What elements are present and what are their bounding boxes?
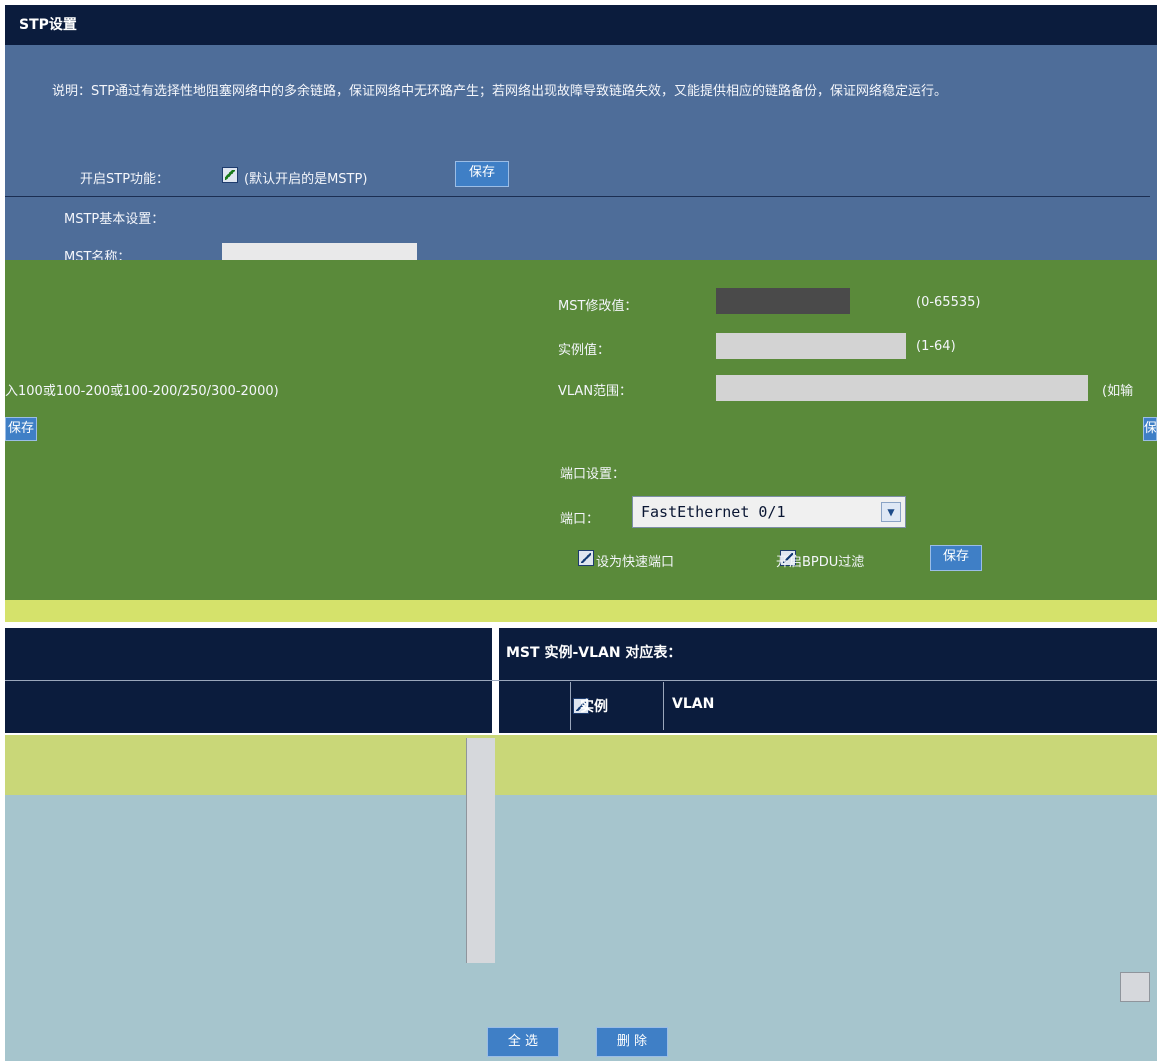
description-panel: [5, 45, 1157, 265]
port-label: 端口：: [560, 512, 600, 527]
table-title: MST 实例-VLAN 对应表：: [506, 645, 682, 661]
enable-stp-checkbox[interactable]: [222, 167, 238, 183]
section-divider: [5, 196, 1150, 197]
mst-revision-input[interactable]: [716, 288, 850, 314]
vlan-hint-left: 入100或100-200或100-200/250/300-2000): [5, 384, 279, 399]
bpdu-filter-label: 开启BPDU过滤: [776, 555, 865, 570]
enable-save-button[interactable]: 保存: [455, 161, 509, 187]
fast-port-checkbox[interactable]: [578, 550, 595, 566]
column-instance: 实例: [580, 699, 608, 715]
instance-range: (1-64): [916, 339, 956, 354]
mst-revision-label: MST修改值：: [558, 299, 638, 314]
mstp-section-label: MSTP基本设置：: [64, 212, 165, 227]
enable-stp-label: 开启STP功能：: [80, 172, 170, 187]
vlan-range-input[interactable]: [716, 375, 1088, 401]
description-text: 说明：STP通过有选择性地阻塞网络中的多余链路，保证网络中无环路产生；若网络出现…: [52, 84, 948, 99]
select-all-button[interactable]: 全 选: [487, 1027, 559, 1057]
enable-stp-note: (默认开启的是MSTP): [244, 172, 368, 187]
left-scrollbar[interactable]: [466, 738, 495, 963]
column-separator: [570, 682, 571, 730]
chevron-down-icon[interactable]: ▼: [881, 502, 901, 522]
column-vlan: VLAN: [672, 696, 715, 712]
section-separator-strip: [5, 600, 1157, 622]
vlan-hint-right: (如输: [1102, 384, 1134, 399]
mstp-save-button-left[interactable]: 保存: [5, 417, 37, 441]
port-select[interactable]: FastEthernet 0/1 ▼: [632, 496, 906, 528]
resize-handle-icon[interactable]: [1120, 972, 1150, 1002]
vlan-range-label: VLAN范围：: [558, 384, 633, 399]
delete-button[interactable]: 删 除: [596, 1027, 668, 1057]
fast-port-label: 设为快速端口: [596, 555, 675, 570]
table-header-divider: [5, 680, 1157, 681]
table-body: [5, 735, 1157, 795]
port-section-label: 端口设置：: [560, 467, 626, 482]
mst-revision-range: (0-65535): [916, 295, 981, 310]
page-title: STP设置: [5, 5, 1157, 45]
mst-name-input[interactable]: [222, 243, 417, 260]
instance-label: 实例值：: [558, 343, 611, 358]
instance-input[interactable]: [716, 333, 906, 359]
port-select-value: FastEthernet 0/1: [641, 503, 786, 521]
mst-name-label: MST名称：: [64, 250, 131, 260]
table-body-lower: [5, 795, 1157, 1061]
port-save-button[interactable]: 保存: [930, 545, 982, 571]
mstp-save-button-right[interactable]: 保: [1143, 417, 1157, 441]
left-settings-panel: [5, 260, 500, 603]
column-separator: [663, 682, 664, 730]
